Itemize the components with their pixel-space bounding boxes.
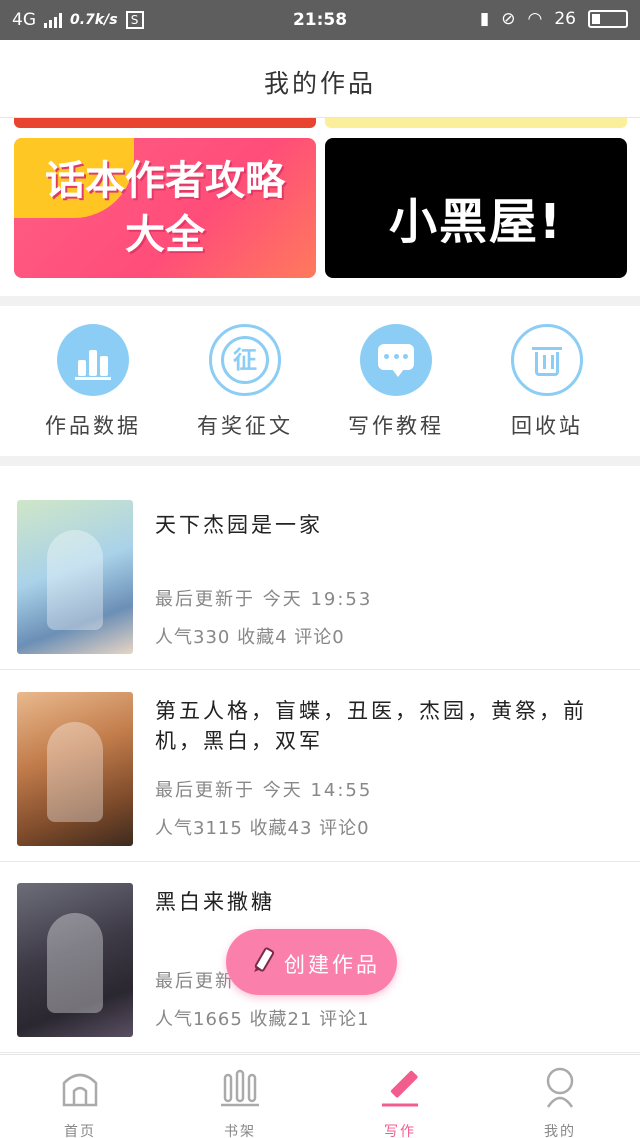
section-divider: [0, 456, 640, 466]
shortcut-work-data[interactable]: 作品数据: [18, 324, 168, 440]
shortcut-recycle-bin[interactable]: 回收站: [472, 324, 622, 440]
banner-line1: 话本作者攻略: [45, 158, 285, 204]
banner-peek-right: [325, 118, 627, 128]
pencil-icon: [382, 1070, 418, 1107]
nav-mine[interactable]: 我的: [480, 1065, 640, 1138]
page-title: 我的作品: [263, 69, 376, 98]
create-work-button[interactable]: 创建作品: [226, 929, 397, 995]
battery-percent: 26: [554, 9, 576, 29]
work-stats: 人气3115 收藏43 评论0: [155, 818, 370, 839]
create-work-label: 创建作品: [284, 953, 380, 977]
work-title: 黑白来撒糖: [155, 890, 275, 914]
work-list-item[interactable]: 天下杰园是一家 最后更新于 今天 19:53 人气330 收藏4 评论0: [0, 480, 640, 670]
work-title: 第五人格，盲蝶，丑医，杰园，黄祭，前机，黑白，双军: [155, 699, 587, 753]
nav-write[interactable]: 写作: [320, 1065, 480, 1138]
battery-saver-icon: ▮: [479, 9, 490, 29]
banner-line2: 大全: [125, 212, 205, 258]
battery-icon: [588, 10, 628, 28]
work-list-item[interactable]: 第五人格，盲蝶，丑医，杰园，黄祭，前机，黑白，双军 最后更新于 今天 14:55…: [0, 672, 640, 862]
section-divider: [0, 296, 640, 306]
mute-icon: ⊘: [501, 9, 516, 29]
work-updated: 最后更新于 今天 14:55: [155, 780, 373, 801]
message-icon: [360, 324, 432, 396]
home-icon: [62, 1073, 98, 1107]
shortcut-tutorial[interactable]: 写作教程: [321, 324, 471, 440]
nav-label: 写作: [384, 1124, 416, 1138]
profile-icon: [546, 1067, 574, 1108]
status-right: ▮ ⊘ ◠ 26: [480, 9, 628, 29]
nav-label: 我的: [544, 1124, 576, 1138]
banner-peek-left: [14, 118, 316, 128]
work-cover-image: [17, 883, 133, 1037]
banner-dark-room[interactable]: 小黑屋!: [325, 138, 627, 278]
shortcut-label: 回收站: [511, 414, 583, 438]
nav-label: 书架: [224, 1124, 256, 1138]
nav-bookshelf[interactable]: 书架: [160, 1065, 320, 1138]
trash-icon: [511, 324, 583, 396]
work-title: 天下杰园是一家: [155, 513, 323, 537]
work-cover-image: [17, 500, 133, 654]
status-bar: 4G 0.7k/s S 21:58 ▮ ⊘ ◠ 26: [0, 0, 640, 40]
bottom-navigation: 首页 书架 写作 我的: [0, 1054, 640, 1138]
banner-dark-room-text: 小黑屋!: [389, 194, 563, 250]
pencil-icon: [254, 947, 275, 972]
banner-author-guide-text: 话本作者攻略 大全: [14, 154, 316, 262]
work-stats: 人气330 收藏4 评论0: [155, 627, 345, 648]
bar-chart-icon: [57, 324, 129, 396]
shortcut-label: 有奖征文: [197, 414, 293, 438]
top-header: 我的作品: [0, 40, 640, 118]
wifi-icon: ◠: [527, 9, 543, 29]
work-cover-image: [17, 692, 133, 846]
shortcut-contest[interactable]: 征 有奖征文: [170, 324, 320, 440]
work-stats: 人气1665 收藏21 评论1: [155, 1009, 370, 1030]
bookshelf-icon: [221, 1069, 259, 1107]
nav-home[interactable]: 首页: [0, 1065, 160, 1138]
work-updated: 最后更新于 今天 19:53: [155, 589, 373, 610]
contest-icon: 征: [209, 324, 281, 396]
contest-glyph: 征: [221, 336, 269, 384]
banner-author-guide[interactable]: 话本作者攻略 大全: [14, 138, 316, 278]
nav-label: 首页: [64, 1124, 96, 1138]
shortcut-row: 作品数据 征 有奖征文 写作教程 回收站: [0, 306, 640, 456]
shortcut-label: 作品数据: [45, 414, 141, 438]
shortcut-label: 写作教程: [348, 414, 444, 438]
